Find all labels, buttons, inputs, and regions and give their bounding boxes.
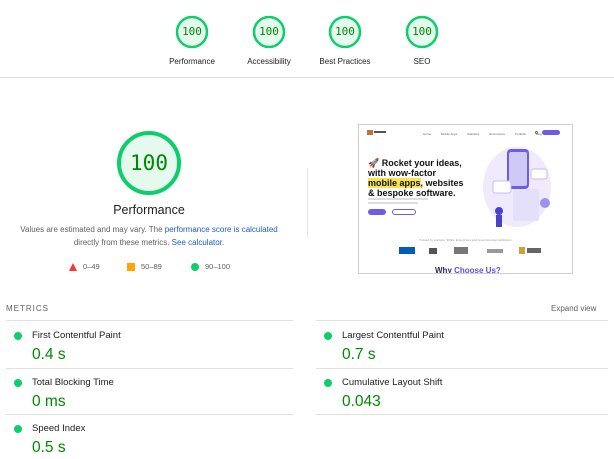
gauge-score: 100 bbox=[259, 25, 279, 38]
legend-range: 90–100 bbox=[205, 262, 231, 271]
metric-first-contentful-paint: First Contentful Paint 0.4 s bbox=[6, 324, 286, 370]
hero-illustration bbox=[483, 147, 551, 227]
performance-gauge: 100 bbox=[116, 130, 182, 196]
divider bbox=[316, 414, 608, 415]
screenshot-headline: 🚀 Rocket your ideas, with wow-factor mob… bbox=[368, 158, 478, 198]
desc-text: Values are estimated and may vary. The bbox=[20, 225, 165, 234]
metric-label: Largest Contentful Paint bbox=[342, 330, 444, 341]
divider bbox=[316, 368, 608, 369]
metrics-title: METRICS bbox=[6, 304, 49, 313]
pass-circle-icon bbox=[14, 425, 22, 433]
metric-label: Cumulative Layout Shift bbox=[342, 377, 443, 388]
expand-view-toggle[interactable]: Expand view bbox=[551, 304, 596, 313]
gauge-label: SEO bbox=[413, 57, 431, 66]
metric-label: Speed Index bbox=[32, 423, 86, 434]
metric-label: Total Blocking Time bbox=[32, 377, 114, 388]
metric-value: 0.7 s bbox=[342, 346, 376, 363]
nav-link: Ecommerce bbox=[489, 132, 506, 136]
nav-link: Home bbox=[423, 132, 432, 136]
headline-highlight: mobile apps bbox=[368, 178, 421, 188]
headline-text: , websites bbox=[420, 178, 464, 188]
gauge-score: 100 bbox=[335, 25, 355, 38]
legend-range: 50–89 bbox=[141, 262, 162, 271]
gauge-ring: 100 bbox=[328, 15, 362, 49]
metric-value: 0 ms bbox=[32, 393, 66, 410]
why-link: Choose Us? bbox=[454, 266, 501, 274]
screenshot-trust-text: Trusted by startups, SMEs, Enterprises a… bbox=[419, 238, 512, 242]
gauge-seo[interactable]: 100 SEO bbox=[377, 15, 467, 66]
headline-line: with wow-factor bbox=[368, 168, 436, 178]
screenshot-subtext bbox=[368, 198, 438, 204]
pass-circle-icon bbox=[14, 379, 22, 387]
score-calculated-link[interactable]: performance score is calculated bbox=[165, 225, 278, 234]
pass-circle-icon bbox=[14, 332, 22, 340]
divider bbox=[6, 368, 293, 369]
pass-circle-icon bbox=[324, 332, 332, 340]
metric-label: First Contentful Paint bbox=[32, 330, 121, 341]
legend-range: 0–49 bbox=[83, 262, 100, 271]
see-calculator-link[interactable]: See calculator. bbox=[172, 238, 224, 247]
screenshot-nav-links: Home Mobile Apps Websites Ecommerce Port… bbox=[423, 132, 551, 136]
divider bbox=[316, 320, 608, 321]
performance-description: Values are estimated and may vary. The p… bbox=[16, 223, 282, 249]
desc-text: directly from these metrics. bbox=[73, 238, 172, 247]
site-logo bbox=[367, 130, 387, 135]
category-summary: 100 Performance 100 Accessibility 100 Be… bbox=[0, 0, 614, 78]
metric-total-blocking-time: Total Blocking Time 0 ms bbox=[6, 371, 286, 417]
client-logos bbox=[399, 247, 541, 254]
gauge-ring: 100 bbox=[252, 15, 286, 49]
metric-value: 0.4 s bbox=[32, 346, 66, 363]
performance-title: Performance bbox=[113, 203, 185, 217]
screenshot-nav: Home Mobile Apps Websites Ecommerce Port… bbox=[359, 125, 572, 139]
divider bbox=[6, 414, 293, 415]
search-icon bbox=[535, 131, 538, 134]
nav-link: Websites bbox=[467, 132, 480, 136]
screenshot-cta-secondary bbox=[392, 209, 416, 215]
gauge-ring: 100 bbox=[405, 15, 439, 49]
screenshot-cta-primary bbox=[368, 209, 386, 215]
headline-line: 🚀 Rocket your ideas, bbox=[368, 158, 462, 168]
pass-circle-icon bbox=[324, 379, 332, 387]
final-screenshot[interactable]: Home Mobile Apps Websites Ecommerce Port… bbox=[358, 124, 573, 274]
metric-speed-index: Speed Index 0.5 s bbox=[6, 417, 286, 459]
square-icon bbox=[127, 263, 135, 271]
headline-line: & bespoke software. bbox=[368, 188, 456, 198]
metric-cumulative-layout-shift: Cumulative Layout Shift 0.043 bbox=[316, 371, 596, 417]
metric-largest-contentful-paint: Largest Contentful Paint 0.7 s bbox=[316, 324, 596, 370]
gauge-ring: 100 bbox=[175, 15, 209, 49]
why-text: Why bbox=[435, 266, 455, 274]
contact-button bbox=[542, 130, 560, 135]
headline-line: mobile apps, websites bbox=[368, 178, 478, 188]
metric-value: 0.5 s bbox=[32, 439, 66, 456]
circle-icon bbox=[191, 263, 199, 271]
divider bbox=[307, 168, 308, 238]
gauge-score: 100 bbox=[412, 25, 432, 38]
nav-link: Portfolio bbox=[515, 132, 527, 136]
screenshot-why-heading: Why Choose Us? bbox=[435, 266, 501, 274]
triangle-icon bbox=[69, 263, 77, 271]
nav-link: Mobile Apps bbox=[440, 132, 458, 136]
metric-value: 0.043 bbox=[342, 393, 381, 410]
gauge-score: 100 bbox=[182, 25, 202, 38]
divider bbox=[6, 320, 293, 321]
performance-score: 100 bbox=[130, 151, 168, 175]
